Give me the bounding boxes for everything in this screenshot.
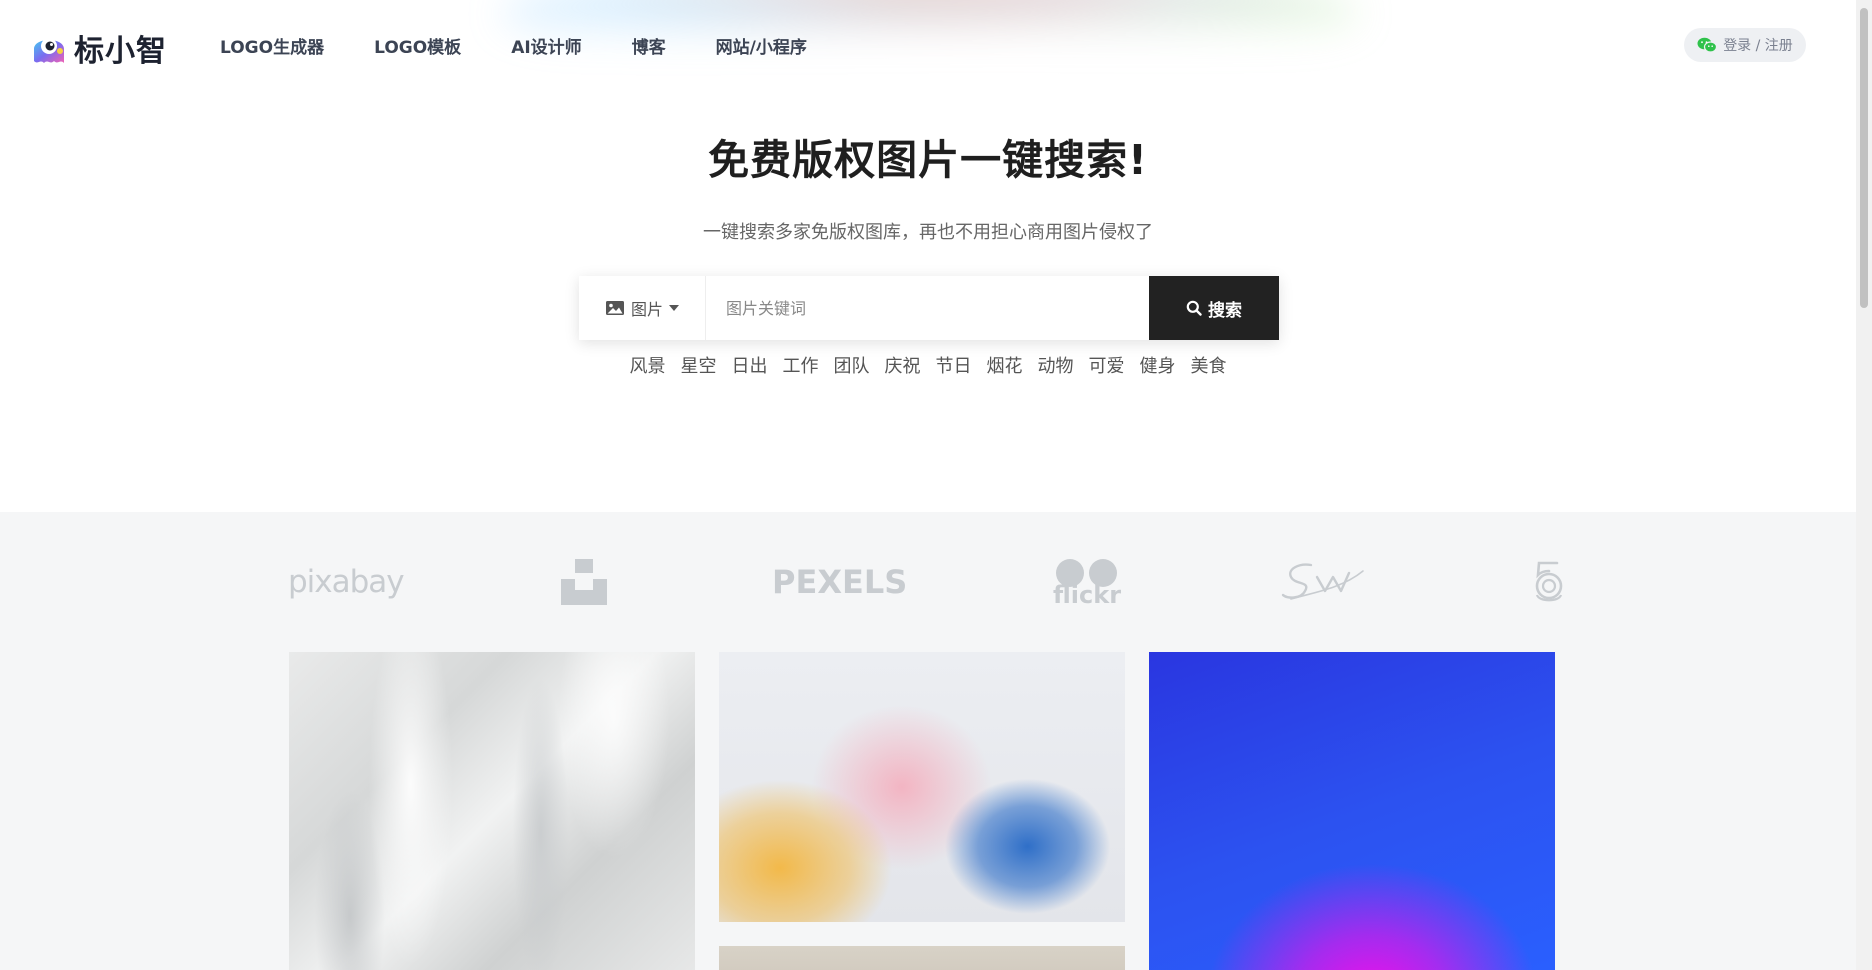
flickr-logo-text: flickr <box>1052 581 1122 609</box>
tag-item[interactable]: 节日 <box>936 352 972 378</box>
pixabay-logo-text: pixabay <box>288 564 405 600</box>
nav-item-website-miniprogram[interactable]: 网站/小程序 <box>716 33 807 58</box>
nav-item-logo-generator[interactable]: LOGO生成器 <box>220 33 324 58</box>
image-icon <box>605 301 624 315</box>
tag-item[interactable]: 可爱 <box>1089 352 1125 378</box>
pexels-logo-text: PEXELS <box>772 563 908 601</box>
caret-down-icon <box>669 305 679 311</box>
tag-item[interactable]: 烟花 <box>987 352 1023 378</box>
source-pixabay[interactable]: pixabay <box>288 552 405 612</box>
gallery-image-white-silk[interactable] <box>289 652 695 970</box>
source-flickr[interactable]: flickr <box>1052 552 1122 612</box>
source-500px[interactable] <box>1531 552 1567 612</box>
search-button[interactable]: 搜索 <box>1149 276 1279 340</box>
top-header: 标小智 LOGO生成器 LOGO模板 AI设计师 博客 网站/小程序 登录 / … <box>0 0 1856 90</box>
scrollbar-thumb[interactable] <box>1860 8 1868 308</box>
source-pexels[interactable]: PEXELS <box>772 552 907 612</box>
gallery-image-beige[interactable] <box>719 946 1125 970</box>
stocksnap-logo-icon <box>1281 563 1364 600</box>
brand-mascot-icon <box>34 38 64 63</box>
gallery-image-blue-magenta-gradient[interactable] <box>1149 652 1555 970</box>
page-subtitle: 一键搜索多家免版权图库，再也不用担心商用图片侵权了 <box>703 222 1153 243</box>
search-bar: 图片 搜索 <box>579 276 1279 340</box>
search-button-label: 搜索 <box>1208 300 1242 321</box>
source-unsplash[interactable] <box>561 552 611 612</box>
tag-item[interactable]: 星空 <box>681 352 717 378</box>
nav-item-blog[interactable]: 博客 <box>632 33 666 58</box>
nav-item-logo-templates[interactable]: LOGO模板 <box>374 33 461 58</box>
tag-item[interactable]: 健身 <box>1140 352 1176 378</box>
tag-item[interactable]: 团队 <box>834 352 870 378</box>
search-input[interactable] <box>706 276 1149 340</box>
tag-item[interactable]: 工作 <box>783 352 819 378</box>
tag-item[interactable]: 风景 <box>630 352 666 378</box>
500px-logo-icon <box>1535 561 1563 602</box>
page-scrollbar[interactable] <box>1856 0 1872 970</box>
hot-tags: 风景 星空 日出 工作 团队 庆祝 节日 烟花 动物 可爱 健身 美食 <box>0 352 1856 378</box>
search-type-label: 图片 <box>630 300 663 319</box>
search-icon <box>1186 300 1202 316</box>
brand-name: 标小智 <box>74 34 167 69</box>
page-title: 免费版权图片一键搜索! <box>708 136 1148 184</box>
search-type-dropdown[interactable]: 图片 <box>579 276 706 340</box>
wechat-icon <box>1697 37 1718 53</box>
login-register-button[interactable]: 登录 / 注册 <box>1684 28 1806 62</box>
image-sources-bar: pixabay PEXELS flickr <box>288 552 1568 612</box>
tag-item[interactable]: 日出 <box>732 352 768 378</box>
source-stocksnap[interactable] <box>1281 552 1365 612</box>
brand-logo[interactable]: 标小智 <box>30 26 167 70</box>
nav-item-ai-designer[interactable]: AI设计师 <box>511 33 581 58</box>
tag-item[interactable]: 美食 <box>1191 352 1227 378</box>
tag-item[interactable]: 庆祝 <box>885 352 921 378</box>
tag-item[interactable]: 动物 <box>1038 352 1074 378</box>
login-register-label: 登录 / 注册 <box>1723 38 1793 54</box>
main-nav: LOGO生成器 LOGO模板 AI设计师 博客 网站/小程序 <box>220 33 807 58</box>
unsplash-logo-icon <box>561 559 607 605</box>
gallery-image-soft-gradient[interactable] <box>719 652 1125 922</box>
